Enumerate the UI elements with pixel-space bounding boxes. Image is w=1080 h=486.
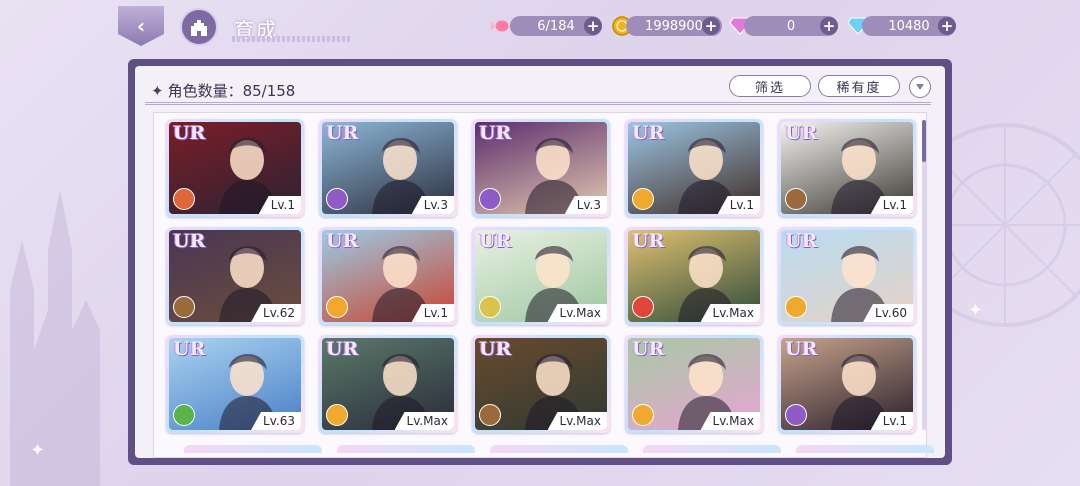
rarity-badge: UR (785, 338, 818, 360)
character-card-partial[interactable] (796, 445, 934, 453)
character-card[interactable]: UR Lv.1 (778, 119, 916, 217)
card-inner: UR Lv.Max (475, 230, 607, 322)
diamond-value: 10480 (888, 18, 930, 34)
card-inner: UR Lv.Max (628, 338, 760, 430)
castle-icon (191, 20, 207, 36)
character-card-partial[interactable] (490, 445, 628, 453)
role-icon (785, 296, 807, 318)
character-card[interactable]: UR Lv.1 (778, 335, 916, 433)
rarity-sort-button[interactable]: 稀有度 (818, 75, 900, 97)
rarity-badge: UR (632, 230, 665, 252)
role-icon (173, 188, 195, 210)
role-icon (479, 296, 501, 318)
rarity-badge: UR (632, 338, 665, 360)
card-inner: UR Lv.1 (781, 338, 913, 430)
card-inner: UR Lv.3 (475, 122, 607, 214)
rarity-badge: UR (173, 230, 206, 252)
character-card-partial[interactable] (643, 445, 781, 453)
role-icon (785, 404, 807, 426)
add-pink-gem-button[interactable]: + (820, 17, 838, 35)
character-card[interactable]: UR Lv.1 (319, 227, 457, 325)
rarity-badge: UR (479, 230, 512, 252)
chevron-down-icon (916, 84, 924, 90)
character-card[interactable]: UR Lv.60 (778, 227, 916, 325)
castle-silhouette (10, 190, 100, 486)
role-icon (173, 404, 195, 426)
character-card[interactable]: UR Lv.Max (472, 227, 610, 325)
gold-value: 1998900 (645, 18, 703, 34)
header-divider (145, 102, 931, 105)
back-arrow-icon: ‹ (136, 14, 146, 38)
card-inner: UR Lv.1 (628, 122, 760, 214)
card-inner: UR Lv.Max (322, 338, 454, 430)
role-icon (173, 296, 195, 318)
grid-scrollbar[interactable] (922, 120, 926, 430)
role-icon (632, 404, 654, 426)
role-icon (632, 296, 654, 318)
character-panel: ✦ 角色数量：85/158 筛选 稀有度 UR Lv.1 UR Lv.3 UR Lv.3 UR… (135, 66, 945, 458)
pink-gem-value: 0 (786, 18, 796, 34)
sort-order-button[interactable] (909, 76, 931, 98)
card-inner: UR Lv.Max (475, 338, 607, 430)
filter-button[interactable]: 筛选 (729, 75, 811, 97)
character-grid[interactable]: UR Lv.1 UR Lv.3 UR Lv.3 UR Lv.1 UR Lv.1 UR Lv.62 UR L… (153, 112, 934, 458)
role-icon (785, 188, 807, 210)
role-icon (632, 188, 654, 210)
character-card[interactable]: UR Lv.Max (472, 335, 610, 433)
character-card[interactable]: UR Lv.Max (625, 227, 763, 325)
rarity-badge: UR (479, 338, 512, 360)
title-decoration (232, 36, 352, 42)
role-icon (479, 188, 501, 210)
card-inner: UR Lv.1 (169, 122, 301, 214)
role-icon (479, 404, 501, 426)
card-inner: UR Lv.62 (169, 230, 301, 322)
character-card[interactable]: UR Lv.1 (166, 119, 304, 217)
character-count-label: 角色数量：85/158 (167, 82, 296, 100)
character-count: ✦ 角色数量：85/158 (151, 80, 295, 101)
card-inner: UR Lv.60 (781, 230, 913, 322)
add-diamond-button[interactable]: + (938, 17, 956, 35)
rarity-badge: UR (632, 122, 665, 144)
rarity-badge: UR (326, 230, 359, 252)
level-tag: Lv.Max (700, 412, 760, 430)
character-card-partial[interactable] (184, 445, 322, 453)
character-card[interactable]: UR Lv.3 (472, 119, 610, 217)
rarity-badge: UR (326, 338, 359, 360)
level-tag: Lv.Max (547, 304, 607, 322)
scrollbar-thumb[interactable] (922, 120, 926, 162)
character-card-partial[interactable] (337, 445, 475, 453)
stamina-value: 6/184 (537, 18, 575, 34)
sparkle-icon: ✦ (968, 300, 984, 321)
level-tag: Lv.Max (700, 304, 760, 322)
card-inner: UR Lv.1 (322, 230, 454, 322)
level-tag: Lv.Max (394, 412, 454, 430)
rarity-badge: UR (479, 122, 512, 144)
rarity-badge: UR (173, 122, 206, 144)
back-button[interactable]: ‹ (118, 6, 164, 46)
add-gold-button[interactable]: + (702, 17, 720, 35)
add-stamina-button[interactable]: + (584, 17, 602, 35)
level-tag: Lv.Max (547, 412, 607, 430)
role-icon (326, 404, 348, 426)
character-card[interactable]: UR Lv.3 (319, 119, 457, 217)
rarity-badge: UR (173, 338, 206, 360)
card-inner: UR Lv.Max (628, 230, 760, 322)
role-icon (326, 296, 348, 318)
character-card[interactable]: UR Lv.Max (319, 335, 457, 433)
character-card[interactable]: UR Lv.1 (625, 119, 763, 217)
role-icon (326, 188, 348, 210)
rarity-badge: UR (326, 122, 359, 144)
rarity-badge: UR (785, 122, 818, 144)
card-inner: UR Lv.1 (781, 122, 913, 214)
character-card[interactable]: UR Lv.62 (166, 227, 304, 325)
home-button[interactable] (180, 8, 218, 46)
rarity-badge: UR (785, 230, 818, 252)
character-card[interactable]: UR Lv.63 (166, 335, 304, 433)
character-card[interactable]: UR Lv.Max (625, 335, 763, 433)
diamond-bullet-icon: ✦ (151, 82, 164, 100)
card-inner: UR Lv.3 (322, 122, 454, 214)
sparkle-icon: ✦ (30, 440, 46, 461)
card-inner: UR Lv.63 (169, 338, 301, 430)
